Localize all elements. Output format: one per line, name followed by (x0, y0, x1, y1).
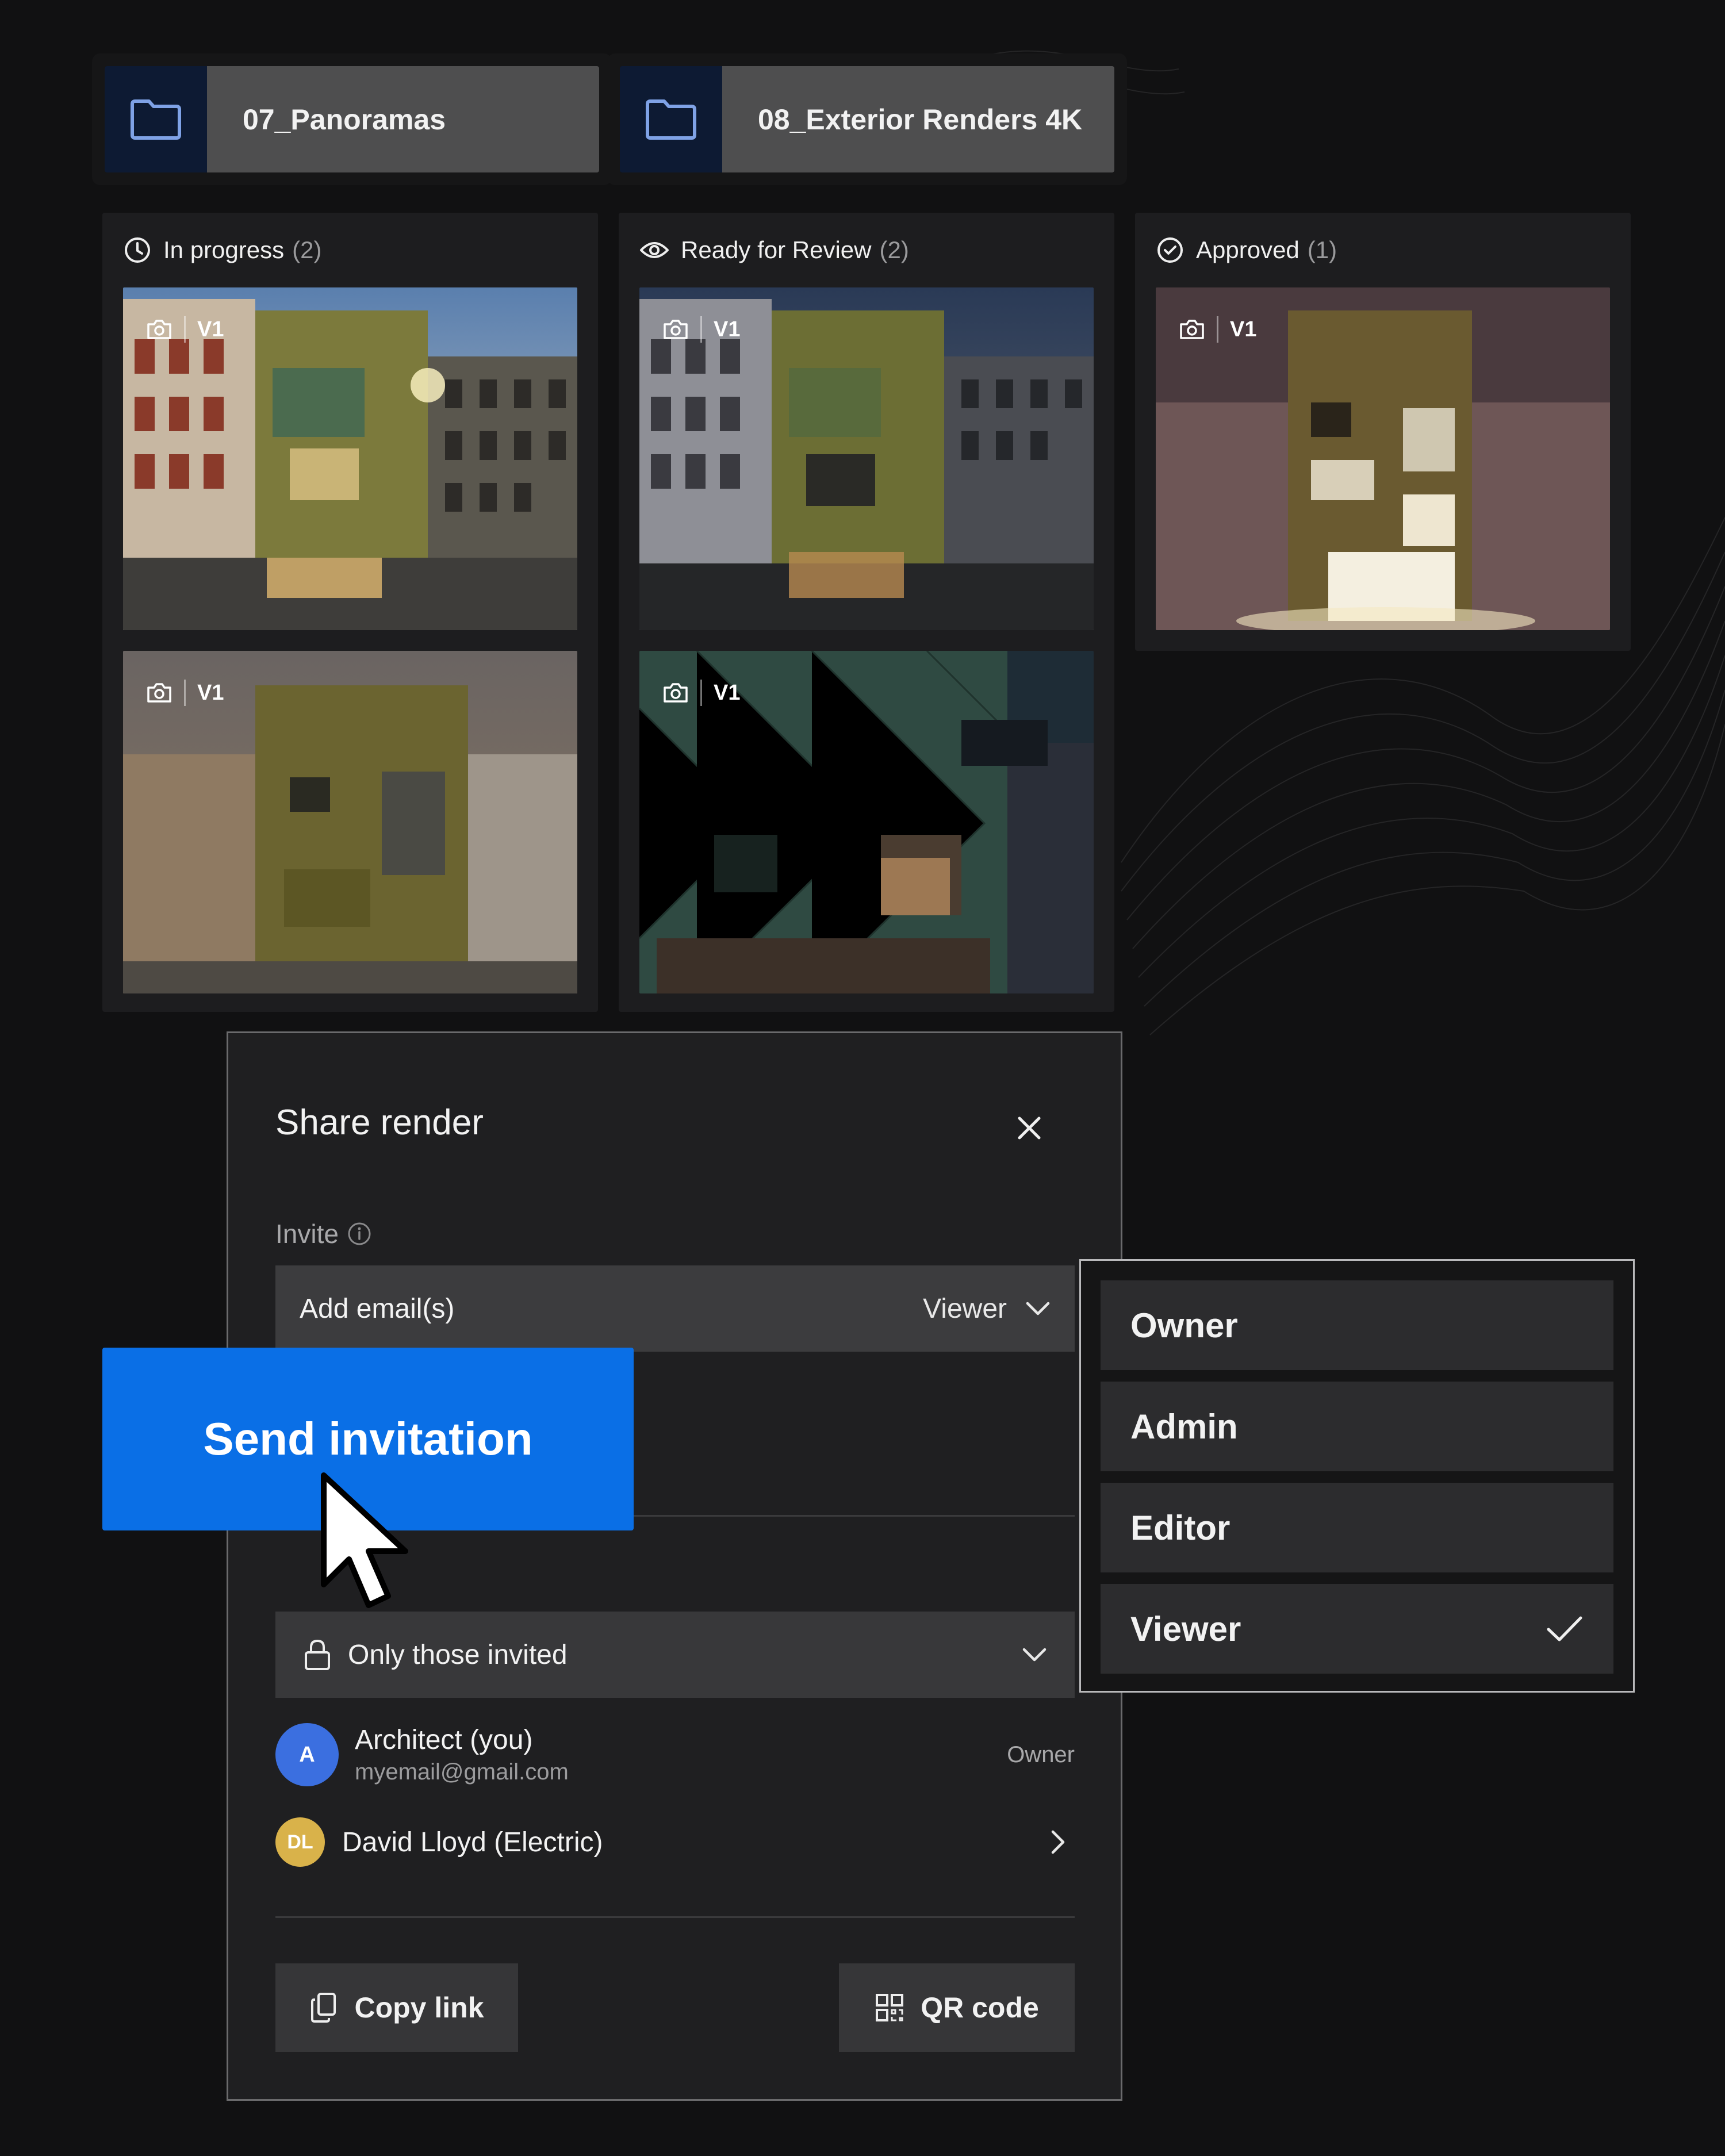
role-dropdown-menu: Owner Admin Editor Viewer (1079, 1259, 1635, 1693)
column-count: (2) (292, 236, 322, 263)
folder-icon (620, 66, 722, 172)
column-title: Approved (1196, 236, 1300, 263)
copy-link-button[interactable]: Copy link (275, 1963, 518, 2052)
email-input[interactable]: Add email(s) Viewer (275, 1265, 1075, 1352)
role-option-label: Viewer (1130, 1609, 1241, 1648)
folder-icon (105, 66, 207, 172)
role-option-label: Owner (1130, 1306, 1238, 1345)
column-ready-for-review: Ready for Review (2) V1 V1 (619, 213, 1114, 1012)
info-icon[interactable] (347, 1221, 372, 1246)
chevron-down-icon (1026, 1302, 1050, 1315)
close-button[interactable] (1009, 1108, 1049, 1148)
avatar: A (275, 1723, 339, 1786)
member-row-owner: A Architect (you) myemail@gmail.com Owne… (275, 1723, 1075, 1786)
column-header: Approved (1) (1156, 213, 1610, 287)
version-label: V1 (1230, 317, 1257, 342)
check-circle-icon (1157, 237, 1183, 263)
close-icon (1018, 1117, 1041, 1140)
invite-label-text: Invite (275, 1219, 339, 1249)
lock-icon (305, 1639, 330, 1670)
role-select-value: Viewer (923, 1293, 1007, 1324)
camera-icon (147, 683, 171, 703)
role-option-editor[interactable]: Editor (1101, 1483, 1613, 1572)
folder-08-exterior-renders[interactable]: 08_Exterior Renders 4K (620, 66, 1114, 172)
version-label: V1 (714, 680, 741, 705)
column-in-progress: In progress (2) V1 V1 (102, 213, 598, 1012)
copy-icon (311, 1993, 336, 2023)
role-option-owner[interactable]: Owner (1101, 1280, 1613, 1370)
eye-icon (640, 242, 669, 258)
avatar-initials: DL (287, 1831, 313, 1853)
version-label: V1 (197, 317, 224, 342)
access-select-value: Only those invited (348, 1639, 568, 1670)
render-version-tag: V1 (1179, 316, 1256, 343)
role-option-label: Editor (1130, 1508, 1230, 1547)
dialog-title: Share render (275, 1103, 484, 1142)
avatar-initials: A (299, 1742, 315, 1767)
column-count: (1) (1307, 236, 1337, 263)
camera-icon (664, 320, 688, 339)
folder-name: 07_Panoramas (207, 66, 599, 172)
folder-07-panoramas[interactable]: 07_Panoramas (105, 66, 599, 172)
column-header: In progress (2) (123, 213, 577, 287)
invite-label: Invite (275, 1218, 372, 1249)
mouse-pointer-icon (321, 1472, 408, 1608)
render-thumbnail[interactable]: V1 (639, 287, 1094, 630)
copy-link-label: Copy link (354, 1992, 484, 2024)
render-version-tag: V1 (146, 680, 224, 706)
member-name: David Lloyd (Electric) (342, 1827, 603, 1858)
divider (275, 1916, 1075, 1918)
qr-code-icon (876, 1994, 904, 2021)
clock-icon (125, 237, 150, 263)
render-thumbnail[interactable]: V1 (639, 651, 1094, 993)
column-count: (2) (879, 236, 909, 263)
role-option-label: Admin (1130, 1407, 1238, 1446)
render-thumbnail[interactable]: V1 (123, 651, 577, 993)
qr-code-label: QR code (921, 1992, 1039, 2024)
render-thumbnail[interactable]: V1 (123, 287, 577, 630)
member-email: myemail@gmail.com (355, 1759, 569, 1785)
chevron-right-icon (1051, 1830, 1065, 1854)
column-title: Ready for Review (681, 236, 872, 263)
member-name: Architect (you) (355, 1725, 533, 1755)
access-select[interactable]: Only those invited (275, 1612, 1075, 1698)
member-row[interactable]: DL David Lloyd (Electric) (275, 1817, 1075, 1867)
render-version-tag: V1 (662, 680, 740, 706)
camera-icon (1180, 320, 1204, 339)
role-option-viewer[interactable]: Viewer (1101, 1584, 1613, 1674)
version-label: V1 (714, 317, 741, 342)
avatar: DL (275, 1817, 325, 1867)
column-approved: Approved (1) V1 (1135, 213, 1631, 651)
render-version-tag: V1 (662, 316, 740, 343)
column-header: Ready for Review (2) (639, 213, 1094, 287)
qr-code-button[interactable]: QR code (839, 1963, 1075, 2052)
email-placeholder: Add email(s) (300, 1293, 455, 1324)
role-select[interactable]: Viewer (923, 1293, 1051, 1325)
role-option-admin[interactable]: Admin (1101, 1382, 1613, 1471)
camera-icon (664, 683, 688, 703)
folder-name: 08_Exterior Renders 4K (722, 66, 1114, 172)
version-label: V1 (197, 680, 224, 705)
render-version-tag: V1 (146, 316, 224, 343)
member-role: Owner (1007, 1741, 1075, 1767)
checkmark-icon (1547, 1616, 1582, 1641)
chevron-down-icon (1022, 1648, 1046, 1662)
column-title: In progress (163, 236, 285, 263)
render-thumbnail[interactable]: V1 (1156, 287, 1610, 630)
camera-icon (147, 320, 171, 339)
